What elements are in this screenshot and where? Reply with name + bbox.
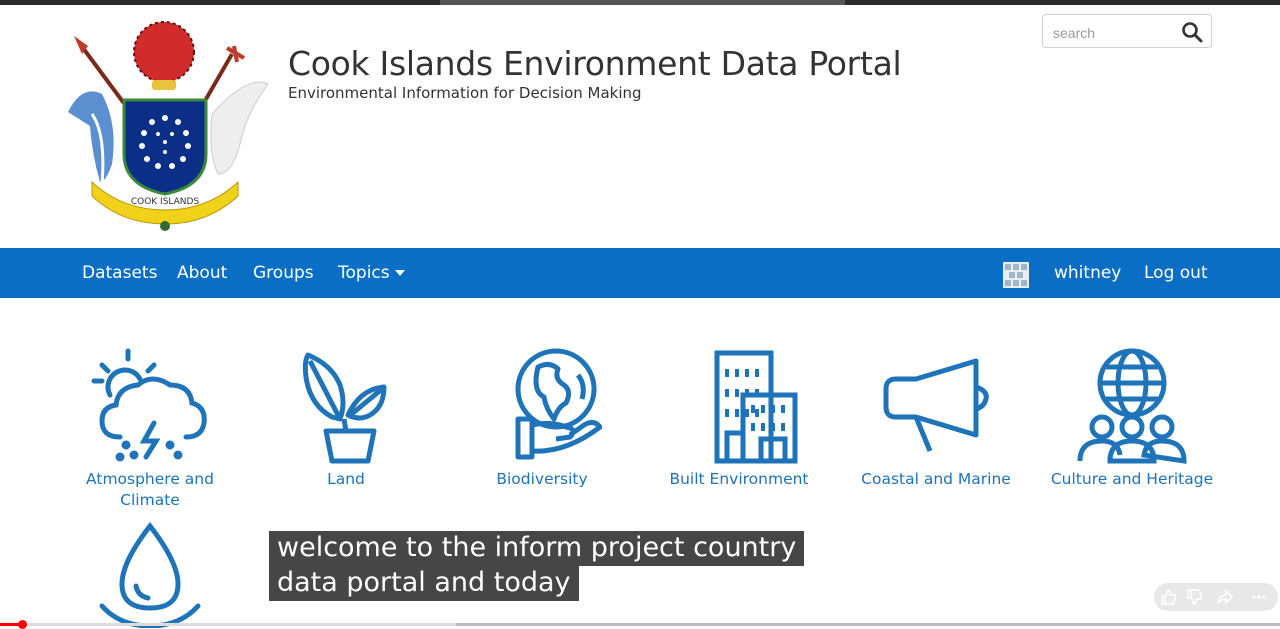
nav-logout[interactable]: Log out bbox=[1144, 263, 1208, 283]
topic-biodiversity[interactable]: Biodiversity bbox=[452, 345, 632, 490]
site-subtitle: Environmental Information for Decision M… bbox=[288, 84, 642, 102]
video-actions bbox=[1154, 583, 1278, 611]
plant-icon bbox=[302, 352, 387, 464]
nav-groups[interactable]: Groups bbox=[253, 263, 314, 283]
nav-topics-dropdown[interactable]: Topics bbox=[338, 263, 405, 283]
topic-built-environment[interactable]: Built Environment bbox=[649, 345, 829, 490]
cook-islands-coat-of-arms-logo[interactable]: COOK ISLANDS bbox=[62, 14, 272, 232]
globe-people-icon bbox=[1077, 348, 1187, 464]
caption-line-2: data portal and today bbox=[269, 566, 579, 601]
nav-about[interactable]: About bbox=[177, 263, 227, 283]
thumbs-up-icon[interactable] bbox=[1160, 588, 1178, 606]
topic-label: Coastal and Marine bbox=[861, 470, 1011, 488]
search-input[interactable] bbox=[1051, 21, 1175, 45]
nav-username[interactable]: whitney bbox=[1054, 263, 1121, 283]
main-nav-bar: Datasets About Groups Topics whitney Log… bbox=[0, 248, 1280, 298]
buildings-icon bbox=[714, 350, 798, 464]
video-top-bar bbox=[0, 0, 1280, 5]
search-box bbox=[1042, 14, 1212, 48]
topic-coastal-marine[interactable]: Coastal and Marine bbox=[846, 345, 1026, 490]
thumbs-down-icon[interactable] bbox=[1186, 588, 1204, 606]
megaphone-icon bbox=[883, 358, 989, 452]
topic-land[interactable]: Land bbox=[256, 345, 436, 490]
site-title[interactable]: Cook Islands Environment Data Portal bbox=[288, 44, 902, 83]
topic-label: Culture and Heritage bbox=[1050, 470, 1214, 488]
video-progress-bar[interactable] bbox=[0, 620, 1280, 629]
nav-topics-label: Topics bbox=[338, 263, 390, 283]
caret-down-icon bbox=[394, 270, 405, 276]
user-avatar[interactable] bbox=[1003, 262, 1029, 288]
svg-text:COOK ISLANDS: COOK ISLANDS bbox=[131, 197, 200, 207]
topic-culture-heritage[interactable]: Culture and Heritage bbox=[1042, 345, 1222, 490]
share-icon[interactable] bbox=[1216, 588, 1234, 606]
caption-line-1: welcome to the inform project country bbox=[269, 531, 805, 566]
topic-label: Built Environment bbox=[669, 470, 809, 488]
video-caption: welcome to the inform project country da… bbox=[269, 531, 805, 601]
topic-label: Land bbox=[327, 470, 365, 488]
topic-water[interactable] bbox=[60, 518, 240, 628]
globe-hand-icon bbox=[515, 348, 602, 460]
more-options-icon[interactable] bbox=[1250, 588, 1268, 606]
topic-label: Atmosphere and Climate bbox=[86, 470, 214, 509]
progress-loaded bbox=[0, 623, 456, 626]
water-drop-icon bbox=[99, 521, 201, 628]
topic-atmosphere-climate[interactable]: Atmosphere and Climate bbox=[60, 345, 240, 511]
topic-label: Biodiversity bbox=[496, 470, 588, 488]
nav-datasets[interactable]: Datasets bbox=[82, 263, 157, 283]
search-icon[interactable] bbox=[1181, 21, 1203, 43]
weather-icon bbox=[91, 348, 207, 462]
